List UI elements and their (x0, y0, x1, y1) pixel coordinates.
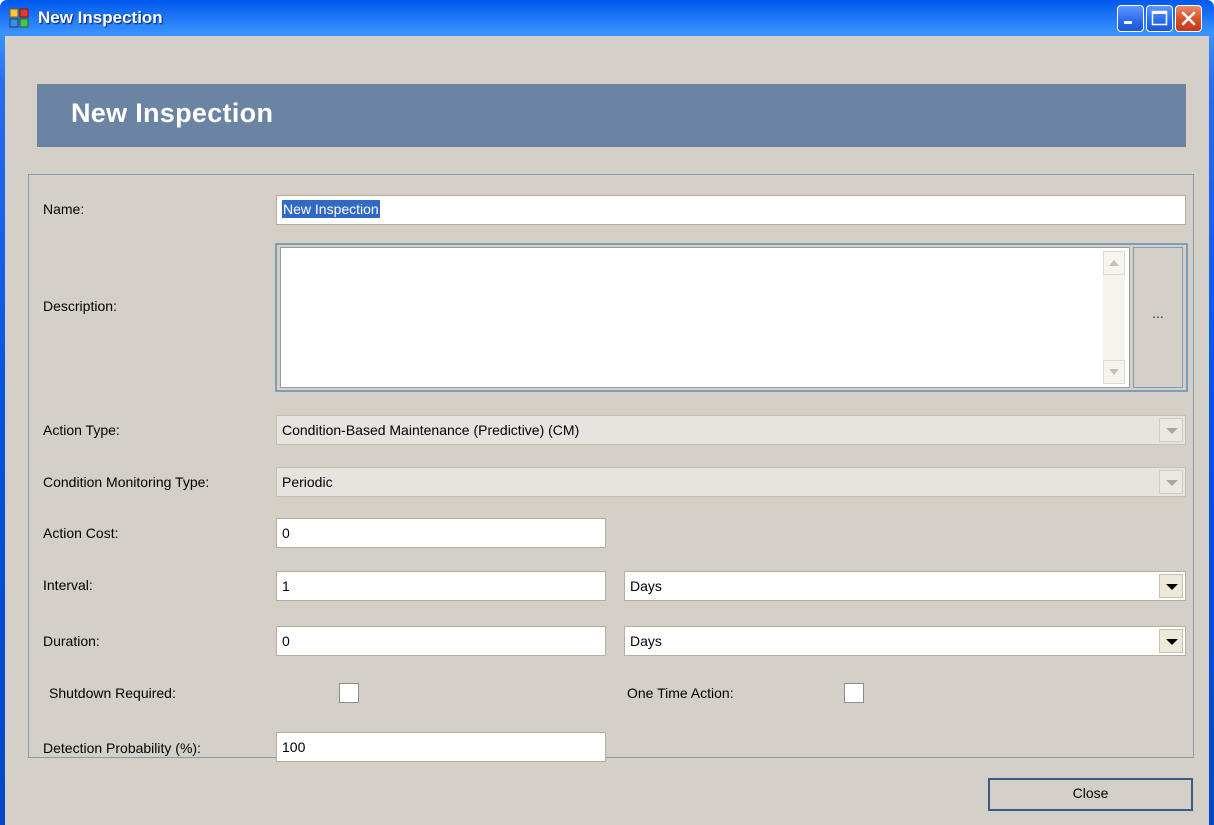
dialog-window: New Inspection New Inspection Name: New … (0, 0, 1214, 825)
one-time-action-label: One Time Action: (627, 685, 734, 701)
chevron-down-icon (1166, 584, 1178, 590)
close-button[interactable]: Close (988, 778, 1193, 811)
one-time-action-checkbox[interactable] (844, 683, 864, 703)
action-type-label: Action Type: (43, 422, 120, 438)
maximize-button[interactable] (1146, 5, 1173, 32)
action-type-select[interactable]: Condition-Based Maintenance (Predictive)… (276, 415, 1186, 445)
title-bar[interactable]: New Inspection (0, 0, 1214, 36)
dialog-client-area: New Inspection Name: New Inspection Desc… (5, 36, 1209, 825)
description-container: ... (275, 243, 1188, 392)
action-cost-value: 0 (282, 525, 290, 541)
duration-unit-dropdown-button[interactable] (1159, 629, 1183, 653)
cm-type-dropdown-button[interactable] (1159, 470, 1183, 494)
action-type-value: Condition-Based Maintenance (Predictive)… (282, 422, 580, 438)
chevron-down-icon (1166, 428, 1178, 434)
description-scrollbar[interactable] (1103, 251, 1125, 384)
duration-unit-select[interactable]: Days (624, 626, 1186, 656)
interval-label: Interval: (43, 577, 93, 593)
description-label: Description: (43, 298, 117, 314)
description-textarea[interactable] (280, 247, 1130, 388)
interval-unit-value: Days (630, 578, 662, 594)
minimize-icon (1124, 21, 1132, 24)
action-cost-label: Action Cost: (43, 525, 119, 541)
page-title: New Inspection (71, 98, 274, 128)
shutdown-required-checkbox[interactable] (339, 683, 359, 703)
detection-probability-value: 100 (282, 739, 306, 755)
detection-probability-label: Detection Probability (%): (43, 740, 201, 756)
interval-value: 1 (282, 578, 290, 594)
name-input[interactable]: New Inspection (276, 195, 1186, 225)
duration-value: 0 (282, 633, 290, 649)
minimize-button[interactable] (1117, 5, 1144, 32)
chevron-down-icon (1166, 480, 1178, 486)
action-cost-input[interactable]: 0 (276, 518, 606, 548)
chevron-down-icon (1109, 369, 1119, 375)
close-icon (1181, 11, 1196, 26)
action-type-dropdown-button[interactable] (1159, 418, 1183, 442)
name-label: Name: (43, 201, 85, 217)
cm-type-value: Periodic (282, 474, 333, 490)
interval-unit-select[interactable]: Days (624, 571, 1186, 601)
interval-input[interactable]: 1 (276, 571, 606, 601)
maximize-icon (1151, 10, 1168, 26)
interval-unit-dropdown-button[interactable] (1159, 574, 1183, 598)
description-ellipsis-button[interactable]: ... (1133, 247, 1183, 388)
shutdown-required-label: Shutdown Required: (49, 685, 176, 701)
cm-type-label: Condition Monitoring Type: (43, 474, 210, 490)
header-banner: New Inspection (37, 84, 1186, 147)
scroll-up-button[interactable] (1103, 251, 1125, 275)
detection-probability-input[interactable]: 100 (276, 732, 606, 762)
scroll-down-button[interactable] (1103, 360, 1125, 384)
cm-type-select[interactable]: Periodic (276, 467, 1186, 497)
chevron-down-icon (1166, 639, 1178, 645)
application-icon (9, 8, 29, 28)
chevron-up-icon (1109, 260, 1119, 266)
duration-input[interactable]: 0 (276, 626, 606, 656)
name-input-value: New Inspection (282, 200, 380, 218)
form-group-box: Name: New Inspection Description: ... Ac… (28, 174, 1194, 762)
duration-unit-value: Days (630, 633, 662, 649)
window-title: New Inspection (38, 8, 163, 27)
window-close-button[interactable] (1175, 5, 1202, 32)
duration-label: Duration: (43, 633, 100, 649)
